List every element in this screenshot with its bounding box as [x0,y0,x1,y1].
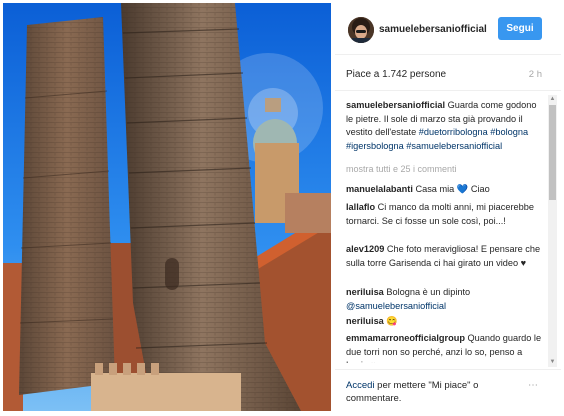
post-author-username[interactable]: samuelebersaniofficial [379,24,487,35]
heart-icon: ♥ [520,257,527,268]
comment-text: Ci manco da molti anni, mi piacerebbe to… [346,202,534,226]
comment-username[interactable]: alev1209 [346,244,384,254]
post-footer: Accedi per mettere "Mi piace" o commenta… [335,369,561,411]
scrollbar-thumb[interactable] [549,105,556,200]
comment-item: emmamarroneofficialgroup Quando guardo l… [346,332,544,363]
comment-username[interactable]: neriluisa [346,287,384,297]
likes-row: Piace a 1.742 persone 2 h [335,55,561,91]
login-prompt: Accedi per mettere "Mi piace" o commenta… [346,379,506,405]
avatar[interactable] [348,17,374,43]
caption-username[interactable]: samuelebersaniofficial [346,100,445,110]
follow-button[interactable]: Segui [498,17,542,40]
comment-item: alev1209 Che foto meravigliosa! E pensar… [346,243,544,270]
likes-count[interactable]: Piace a 1.742 persone [346,69,446,80]
comment-username[interactable]: manuelalabanti [346,184,413,194]
instagram-post-window: samuelebersaniofficial Segui Piace a 1.7… [0,0,564,416]
blue-heart-icon: 💙 [456,184,469,194]
more-options-icon[interactable]: ⋯ [528,380,539,391]
comment-item: manuelalabanti Casa mia 💙 Ciao [346,183,544,197]
comment-item: neriluisa Bologna è un dipinto @samueleb… [346,286,544,313]
heart-icon: ♥ [371,360,376,363]
yum-face-icon: 😋 [386,316,398,326]
scroll-up-arrow-icon[interactable]: ▲ [548,95,557,104]
scroll-down-arrow-icon[interactable]: ▼ [548,358,557,367]
post-photo[interactable] [3,3,331,411]
comment-item: neriluisa 😋 [346,315,544,329]
comment-mention[interactable]: @samuelebersaniofficial [346,301,446,311]
caption: samuelebersaniofficial Guarda come godon… [346,99,544,153]
comment-username[interactable]: neriluisa [346,316,384,326]
comment-item: lallaflo Ci manco da molti anni, mi piac… [346,201,544,228]
show-all-comments-link[interactable]: mostra tutti e 25 i commenti [346,164,457,174]
post-header: samuelebersaniofficial Segui [335,3,561,55]
comment-username[interactable]: lallaflo [346,202,375,212]
post-side-panel: samuelebersaniofficial Segui Piace a 1.7… [335,3,561,411]
avatar-image [348,17,374,43]
comment-text: Bologna è un dipinto [386,287,471,297]
two-towers-photo [3,3,331,411]
comments-scrollbar[interactable]: ▲ ▼ [548,95,557,367]
login-link[interactable]: Accedi [346,380,375,391]
comments-list: samuelebersaniofficial Guarda come godon… [335,91,547,363]
comment-username[interactable]: emmamarroneofficialgroup [346,333,465,343]
comment-text: Casa mia [415,184,455,194]
comment-text-after: Ciao [470,184,490,194]
post-timestamp[interactable]: 2 h [529,69,542,80]
